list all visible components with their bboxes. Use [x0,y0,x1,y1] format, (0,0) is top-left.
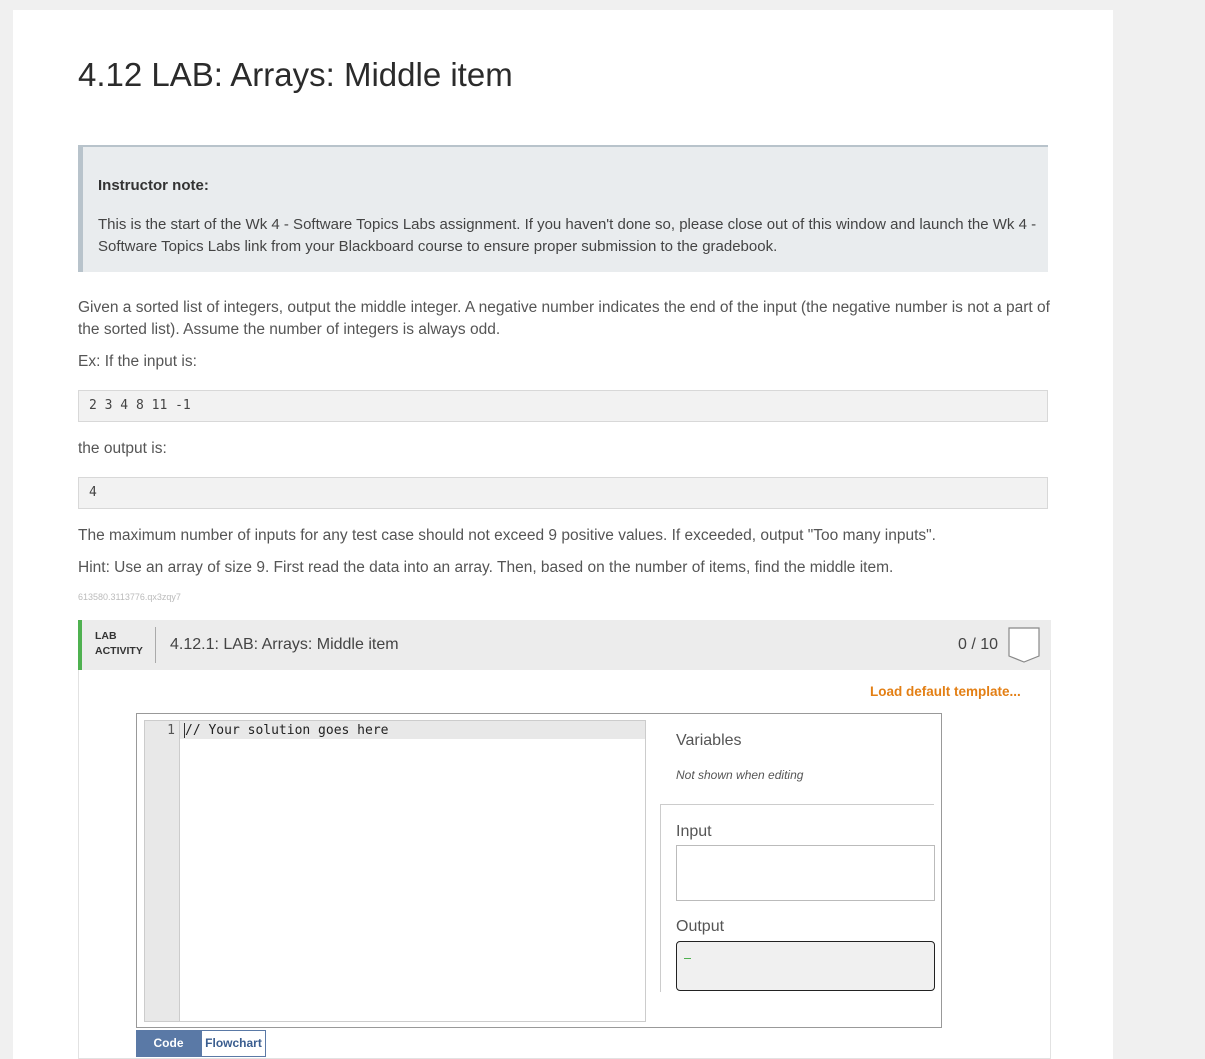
lab-label-line2: ACTIVITY [95,645,143,657]
content-card: 4.12 LAB: Arrays: Middle item Instructor… [13,10,1113,1059]
line-number: 1 [145,723,175,738]
input-label: Input [676,823,712,841]
editor-gutter: 1 [145,721,180,1021]
variables-separator [660,804,934,805]
output-label-panel: Output [676,918,724,936]
lab-label-line1: LAB [95,630,117,642]
code-line[interactable]: // Your solution goes here [185,723,389,738]
example-input-box: 2 3 4 8 11 -1 [78,390,1048,422]
output-label: the output is: [78,438,1053,460]
output-caret [684,958,691,959]
instructor-note-heading: Instructor note: [98,177,209,194]
variables-hint: Not shown when editing [676,768,803,782]
lab-score: 0 / 10 [958,636,998,654]
lab-activity-label: LAB ACTIVITY [95,629,143,659]
example-label: Ex: If the input is: [78,351,1053,373]
input-textarea[interactable] [676,845,935,901]
side-panel-divider [660,804,661,992]
output-display [676,941,935,991]
lab-header-divider [155,627,156,663]
problem-meta-id: 613580.3113776.qx3zqy7 [78,592,181,602]
lab-workspace: 1 // Your solution goes here Variables N… [136,713,942,1028]
instructor-note: Instructor note: This is the start of th… [78,145,1048,272]
load-default-template-link[interactable]: Load default template... [870,684,1021,699]
lab-activity-title: 4.12.1: LAB: Arrays: Middle item [170,636,399,654]
tab-code[interactable]: Code [136,1030,201,1057]
example-output-box: 4 [78,477,1048,509]
problem-intro: Given a sorted list of integers, output … [78,297,1053,341]
instructor-note-body: This is the start of the Wk 4 - Software… [98,214,1043,258]
completion-shield-icon [1008,627,1040,663]
tab-flowchart[interactable]: Flowchart [201,1030,266,1057]
variables-label: Variables [676,732,742,750]
lab-activity-header: LAB ACTIVITY 4.12.1: LAB: Arrays: Middle… [78,620,1051,670]
page-title: 4.12 LAB: Arrays: Middle item [78,56,513,94]
hint-text: Hint: Use an array of size 9. First read… [78,557,1053,579]
code-editor[interactable]: 1 // Your solution goes here [144,720,646,1022]
max-inputs-text: The maximum number of inputs for any tes… [78,525,1053,547]
